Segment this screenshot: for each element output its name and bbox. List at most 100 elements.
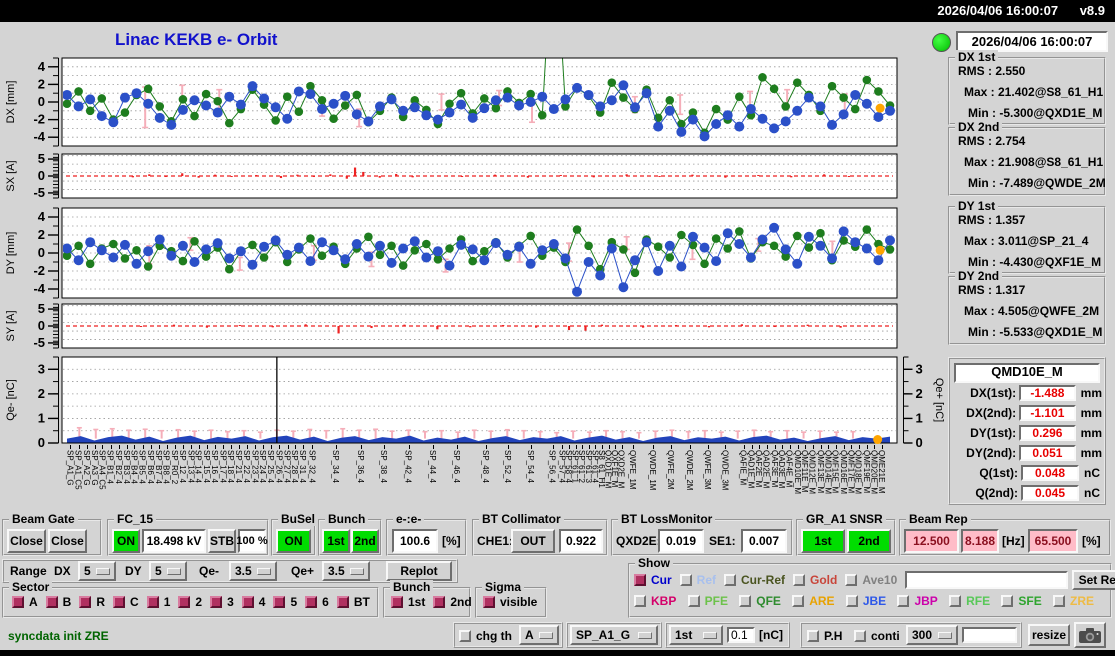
svg-text:0: 0 [38, 318, 45, 333]
bpm-label: SP_B2_4 [113, 450, 123, 484]
checkbox-indicator [739, 595, 752, 607]
x-tick [601, 445, 603, 449]
fc15-on-button[interactable]: ON [112, 529, 140, 553]
fc15-stb-button[interactable]: STB [208, 529, 236, 553]
stat-max: Max : 4.505@QWFE_2M [964, 304, 1100, 318]
checkbox-show-RFE[interactable]: RFE [949, 594, 990, 608]
svg-text:-4: -4 [33, 129, 45, 144]
range-qem-select[interactable]: 3.5 [229, 561, 277, 581]
checkbox-label: SFE [1018, 594, 1042, 608]
show-region-checkboxes: KBP PFE QFE ARE JBE JBP RFE SFE ZRE [634, 594, 1102, 608]
range-dy-select[interactable]: 5 [149, 561, 187, 581]
svg-text:SX [A]: SX [A] [5, 160, 17, 191]
checkbox-show-Ref[interactable]: Ref [679, 573, 716, 587]
group-title: Show [635, 556, 673, 570]
checkbox-indicator [113, 596, 126, 608]
x-tick [615, 445, 617, 449]
count-select[interactable]: 300 [906, 625, 958, 645]
checkbox-sigma-visible[interactable]: visible [483, 595, 537, 609]
bpm-label: SP_42_4 [403, 450, 413, 483]
option-menu-bar-icon [96, 567, 110, 575]
x-tick [166, 445, 168, 449]
group-beam-gate: Beam Gate Close Close [2, 512, 102, 556]
set-ref-button[interactable]: Set Ref [1072, 570, 1115, 590]
count-select-value: 300 [912, 628, 933, 642]
checkbox-sector-2[interactable]: 2 [178, 595, 202, 609]
x-tick [575, 445, 577, 449]
checkbox-show-QFE[interactable]: QFE [739, 594, 781, 608]
checkbox-show-JBP[interactable]: JBP [897, 594, 938, 608]
resize-button[interactable]: resize [1028, 624, 1070, 646]
range-qep-select[interactable]: 3.5 [322, 561, 370, 581]
x-tick [843, 445, 845, 449]
x-tick [223, 445, 225, 449]
checkbox-indicator [45, 596, 58, 608]
monitor-row-value: -1.101 [1019, 405, 1076, 421]
spare-input[interactable] [962, 627, 1017, 643]
checkbox-sector-1[interactable]: 1 [146, 595, 170, 609]
monitor-row-unit: mm [1080, 446, 1102, 460]
svg-text:DX [mm]: DX [mm] [5, 81, 17, 124]
checkbox-show-Cur-Ref[interactable]: Cur-Ref [724, 573, 785, 587]
checkbox-sector-4[interactable]: 4 [241, 595, 265, 609]
replot-button[interactable]: Replot [386, 561, 452, 581]
checkbox-conti[interactable]: conti [854, 629, 900, 643]
checkbox-bunch-2nd[interactable]: 2nd [433, 595, 472, 609]
checkbox-show-PFE[interactable]: PFE [687, 594, 728, 608]
checkbox-sector-A[interactable]: A [12, 595, 38, 609]
bunch-2nd-button[interactable]: 2nd [351, 529, 379, 553]
checkbox-sector-6[interactable]: 6 [305, 595, 329, 609]
monitor-row-label: DX(1st): [970, 386, 1017, 400]
th-select[interactable]: A [519, 625, 559, 645]
beam-gate-close-2-button[interactable]: Close [48, 529, 87, 553]
checkbox-sector-5[interactable]: 5 [273, 595, 297, 609]
checkbox-show-ARE[interactable]: ARE [792, 594, 835, 608]
checkbox-ph[interactable]: P.H [807, 629, 842, 643]
checkbox-show-Gold[interactable]: Gold [793, 573, 837, 587]
group-title: Sector [9, 580, 53, 594]
bunch-1st-button[interactable]: 1st [322, 529, 350, 553]
svg-text:3: 3 [916, 361, 923, 376]
checkbox-chg-th[interactable]: chg th [459, 629, 512, 643]
gr-snsr-1st-button[interactable]: 1st [801, 529, 845, 553]
checkbox-sector-3[interactable]: 3 [210, 595, 234, 609]
x-tick [835, 445, 837, 449]
beam-gate-close-1-button[interactable]: Close [7, 529, 46, 553]
threshold-input[interactable] [727, 627, 755, 643]
plot-sx: 5 0 -5 SX [A] [5, 151, 898, 200]
ee-ratio-value: 100.6 [392, 529, 438, 553]
gr-snsr-2nd-button[interactable]: 2nd [847, 529, 891, 553]
bunch-select[interactable]: 1st [669, 625, 723, 645]
checkbox-show-KBP[interactable]: KBP [634, 594, 676, 608]
x-tick [206, 445, 208, 449]
x-tick [766, 445, 768, 449]
snapshot-button[interactable] [1074, 622, 1106, 648]
busel-on-button[interactable]: ON [276, 529, 311, 553]
checkbox-sector-BT[interactable]: BT [336, 595, 370, 609]
svg-text:0: 0 [38, 168, 45, 183]
svg-text:Qe+ [nC]: Qe+ [nC] [933, 378, 945, 422]
checkbox-show-Cur[interactable]: Cur [634, 573, 672, 587]
group-title: e-:e- [393, 512, 425, 526]
checkbox-sector-B[interactable]: B [45, 595, 71, 609]
checkbox-indicator [178, 596, 191, 608]
checkbox-sector-R[interactable]: R [79, 595, 105, 609]
device-select[interactable]: SP_A1_G [570, 625, 658, 645]
bpm-label: SP_25_4 [266, 450, 276, 483]
camera-icon [1079, 627, 1101, 643]
checkbox-sector-C[interactable]: C [113, 595, 139, 609]
x-tick [562, 445, 564, 449]
checkbox-show-ZRE[interactable]: ZRE [1052, 594, 1094, 608]
group-title: BuSel [278, 512, 319, 526]
ref-file-input[interactable] [905, 571, 1069, 589]
checkbox-show-Ave10[interactable]: Ave10 [845, 573, 897, 587]
range-dx-select[interactable]: 5 [78, 561, 116, 581]
x-tick [239, 445, 240, 449]
svg-text:2: 2 [38, 227, 45, 242]
checkbox-indicator [305, 596, 318, 608]
checkbox-indicator [12, 596, 24, 608]
che1-state-button[interactable]: OUT [511, 529, 555, 553]
checkbox-bunch-1st[interactable]: 1st [391, 595, 425, 609]
checkbox-show-SFE[interactable]: SFE [1001, 594, 1042, 608]
checkbox-show-JBE[interactable]: JBE [845, 594, 886, 608]
